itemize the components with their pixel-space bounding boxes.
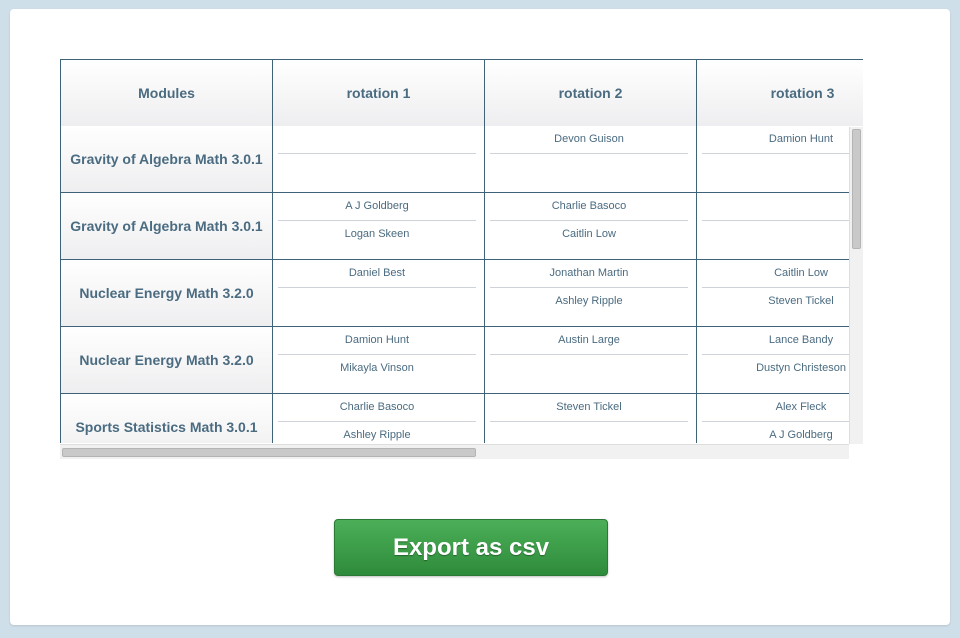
assignment-slot[interactable]: Austin Large	[490, 327, 688, 355]
rotation-2-cell: Charlie Basoco Caitlin Low	[484, 193, 696, 260]
rotation-3-cell	[696, 193, 863, 260]
assignment-slot[interactable]: Caitlin Low	[702, 260, 863, 288]
assignment-slot[interactable]: Ashley Ripple	[278, 422, 476, 443]
assignment-slot[interactable]	[490, 422, 688, 443]
rotation-3-cell: Damion Hunt	[696, 126, 863, 193]
horizontal-scroll-thumb[interactable]	[62, 448, 476, 457]
table-row: Nuclear Energy Math 3.2.0 Damion Hunt Mika…	[60, 327, 863, 394]
header-rotation-2: rotation 2	[484, 59, 696, 127]
rotation-2-cell: Steven Tickel	[484, 394, 696, 443]
table-row: Gravity of Algebra Math 3.0.1 Devon Guiso…	[60, 126, 863, 193]
export-csv-button[interactable]: Export as csv	[334, 519, 608, 576]
grid-body-inner: Gravity of Algebra Math 3.0.1 Devon Guiso…	[60, 126, 863, 443]
rotation-2-cell: Austin Large	[484, 327, 696, 394]
rotation-grid: Modules rotation 1 rotation 2 rotation 3…	[60, 59, 863, 459]
assignment-slot[interactable]: Dustyn Christeson	[702, 355, 863, 383]
rotation-1-cell: A J Goldberg Logan Skeen	[272, 193, 484, 260]
assignment-slot[interactable]: Charlie Basoco	[278, 394, 476, 422]
table-row: Nuclear Energy Math 3.2.0 Daniel Best Jona…	[60, 260, 863, 327]
assignment-slot[interactable]: Damion Hunt	[702, 126, 863, 154]
assignment-slot[interactable]: A J Goldberg	[278, 193, 476, 221]
assignment-slot[interactable]	[490, 154, 688, 182]
module-name-cell: Gravity of Algebra Math 3.0.1	[60, 126, 272, 193]
assignment-slot[interactable]	[278, 154, 476, 182]
header-modules: Modules	[60, 59, 272, 127]
assignment-slot[interactable]: Alex Fleck	[702, 394, 863, 422]
header-row: Modules rotation 1 rotation 2 rotation 3	[60, 59, 863, 127]
assignment-slot[interactable]: Steven Tickel	[490, 394, 688, 422]
rotation-1-cell: Charlie Basoco Ashley Ripple	[272, 394, 484, 443]
rotation-3-cell: Lance Bandy Dustyn Christeson	[696, 327, 863, 394]
module-name-cell: Nuclear Energy Math 3.2.0	[60, 260, 272, 327]
module-name-cell: Sports Statistics Math 3.0.1	[60, 394, 272, 443]
grid-header: Modules rotation 1 rotation 2 rotation 3	[60, 59, 863, 127]
rotation-1-cell: Damion Hunt Mikayla Vinson	[272, 327, 484, 394]
assignment-slot[interactable]: Logan Skeen	[278, 221, 476, 249]
module-name-cell: Nuclear Energy Math 3.2.0	[60, 327, 272, 394]
grid-body: Gravity of Algebra Math 3.0.1 Devon Guiso…	[60, 126, 863, 443]
module-name-cell: Gravity of Algebra Math 3.0.1	[60, 193, 272, 260]
header-rotation-3: rotation 3	[696, 59, 863, 127]
assignment-slot[interactable]: Daniel Best	[278, 260, 476, 288]
rotation-1-cell: Daniel Best	[272, 260, 484, 327]
rotation-1-cell	[272, 126, 484, 193]
assignment-slot[interactable]: Caitlin Low	[490, 221, 688, 249]
table-row: Gravity of Algebra Math 3.0.1 A J Goldber…	[60, 193, 863, 260]
vertical-scroll-thumb[interactable]	[852, 129, 861, 249]
rotation-2-cell: Devon Guison	[484, 126, 696, 193]
assignment-slot[interactable]	[702, 193, 863, 221]
assignment-slot[interactable]: Lance Bandy	[702, 327, 863, 355]
assignment-slot[interactable]: A J Goldberg	[702, 422, 863, 443]
rotation-3-cell: Caitlin Low Steven Tickel	[696, 260, 863, 327]
assignment-slot[interactable]: Charlie Basoco	[490, 193, 688, 221]
assignment-slot[interactable]: Steven Tickel	[702, 288, 863, 316]
assignment-slot[interactable]: Mikayla Vinson	[278, 355, 476, 383]
assignment-slot[interactable]: Ashley Ripple	[490, 288, 688, 316]
assignment-slot[interactable]	[278, 288, 476, 316]
assignment-slot[interactable]: Damion Hunt	[278, 327, 476, 355]
assignment-slot[interactable]: Devon Guison	[490, 126, 688, 154]
assignment-slot[interactable]	[702, 221, 863, 249]
vertical-scrollbar[interactable]	[849, 127, 863, 444]
header-rotation-1: rotation 1	[272, 59, 484, 127]
assignment-slot[interactable]	[490, 355, 688, 383]
assignment-slot[interactable]	[278, 126, 476, 154]
horizontal-scrollbar[interactable]	[60, 444, 849, 459]
assignment-slot[interactable]	[702, 154, 863, 182]
table-row: Sports Statistics Math 3.0.1 Charlie Baso…	[60, 394, 863, 443]
rotation-2-cell: Jonathan Martin Ashley Ripple	[484, 260, 696, 327]
rotation-3-cell: Alex Fleck A J Goldberg	[696, 394, 863, 443]
assignment-slot[interactable]: Jonathan Martin	[490, 260, 688, 288]
